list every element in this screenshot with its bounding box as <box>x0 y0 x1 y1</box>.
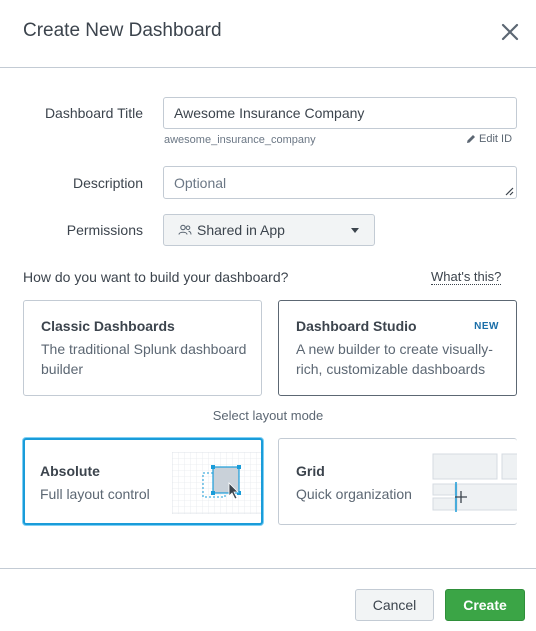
permissions-value: Shared in App <box>197 222 285 238</box>
footer-divider <box>0 568 536 569</box>
create-button[interactable]: Create <box>445 589 525 621</box>
layout-mode-label: Select layout mode <box>212 408 324 423</box>
close-icon[interactable] <box>498 20 522 44</box>
dialog-header: Create New Dashboard <box>0 0 536 68</box>
grid-title: Grid <box>296 463 325 479</box>
grid-layout-card[interactable]: Grid Quick organization <box>278 438 517 525</box>
users-icon <box>178 224 192 235</box>
classic-dashboards-description: The traditional Splunk dashboard builder <box>41 341 247 377</box>
build-question: How do you want to build your dashboard? <box>23 269 289 285</box>
absolute-title: Absolute <box>40 463 100 479</box>
pencil-icon <box>467 135 475 143</box>
new-badge: NEW <box>474 321 499 332</box>
absolute-description: Full layout control <box>40 486 150 502</box>
resize-handle-icon[interactable] <box>504 186 514 196</box>
description-placeholder: Optional <box>174 174 227 191</box>
edit-id-label: Edit ID <box>479 133 513 145</box>
description-label: Description <box>72 175 143 191</box>
classic-dashboards-card[interactable]: Classic Dashboards The traditional Splun… <box>23 300 262 396</box>
dashboard-id: awesome_insurance_company <box>164 134 316 146</box>
dialog-title: Create New Dashboard <box>23 20 222 41</box>
permissions-select[interactable]: Shared in App <box>163 214 375 246</box>
classic-dashboards-title: Classic Dashboards <box>41 318 175 334</box>
absolute-layout-illustration <box>172 452 261 514</box>
dashboard-title-label: Dashboard Title <box>44 105 143 121</box>
caret-down-icon <box>351 228 359 233</box>
dashboard-studio-title: Dashboard Studio <box>296 318 417 334</box>
cancel-button[interactable]: Cancel <box>355 589 434 621</box>
absolute-layout-card[interactable]: Absolute Full layout control <box>23 438 263 525</box>
dashboard-title-input[interactable]: Awesome Insurance Company <box>163 97 517 129</box>
dashboard-studio-card[interactable]: Dashboard Studio NEW A new builder to cr… <box>278 300 517 396</box>
grid-description: Quick organization <box>296 486 412 502</box>
description-input[interactable]: Optional <box>163 166 517 199</box>
permissions-label: Permissions <box>66 222 143 238</box>
whats-this-link[interactable]: What's this? <box>431 269 502 285</box>
grid-layout-illustration <box>432 453 517 512</box>
dashboard-studio-description: A new builder to create visually-rich, c… <box>296 341 493 377</box>
dashboard-title-value: Awesome Insurance Company <box>174 105 365 121</box>
edit-id-link[interactable]: Edit ID <box>466 133 512 145</box>
